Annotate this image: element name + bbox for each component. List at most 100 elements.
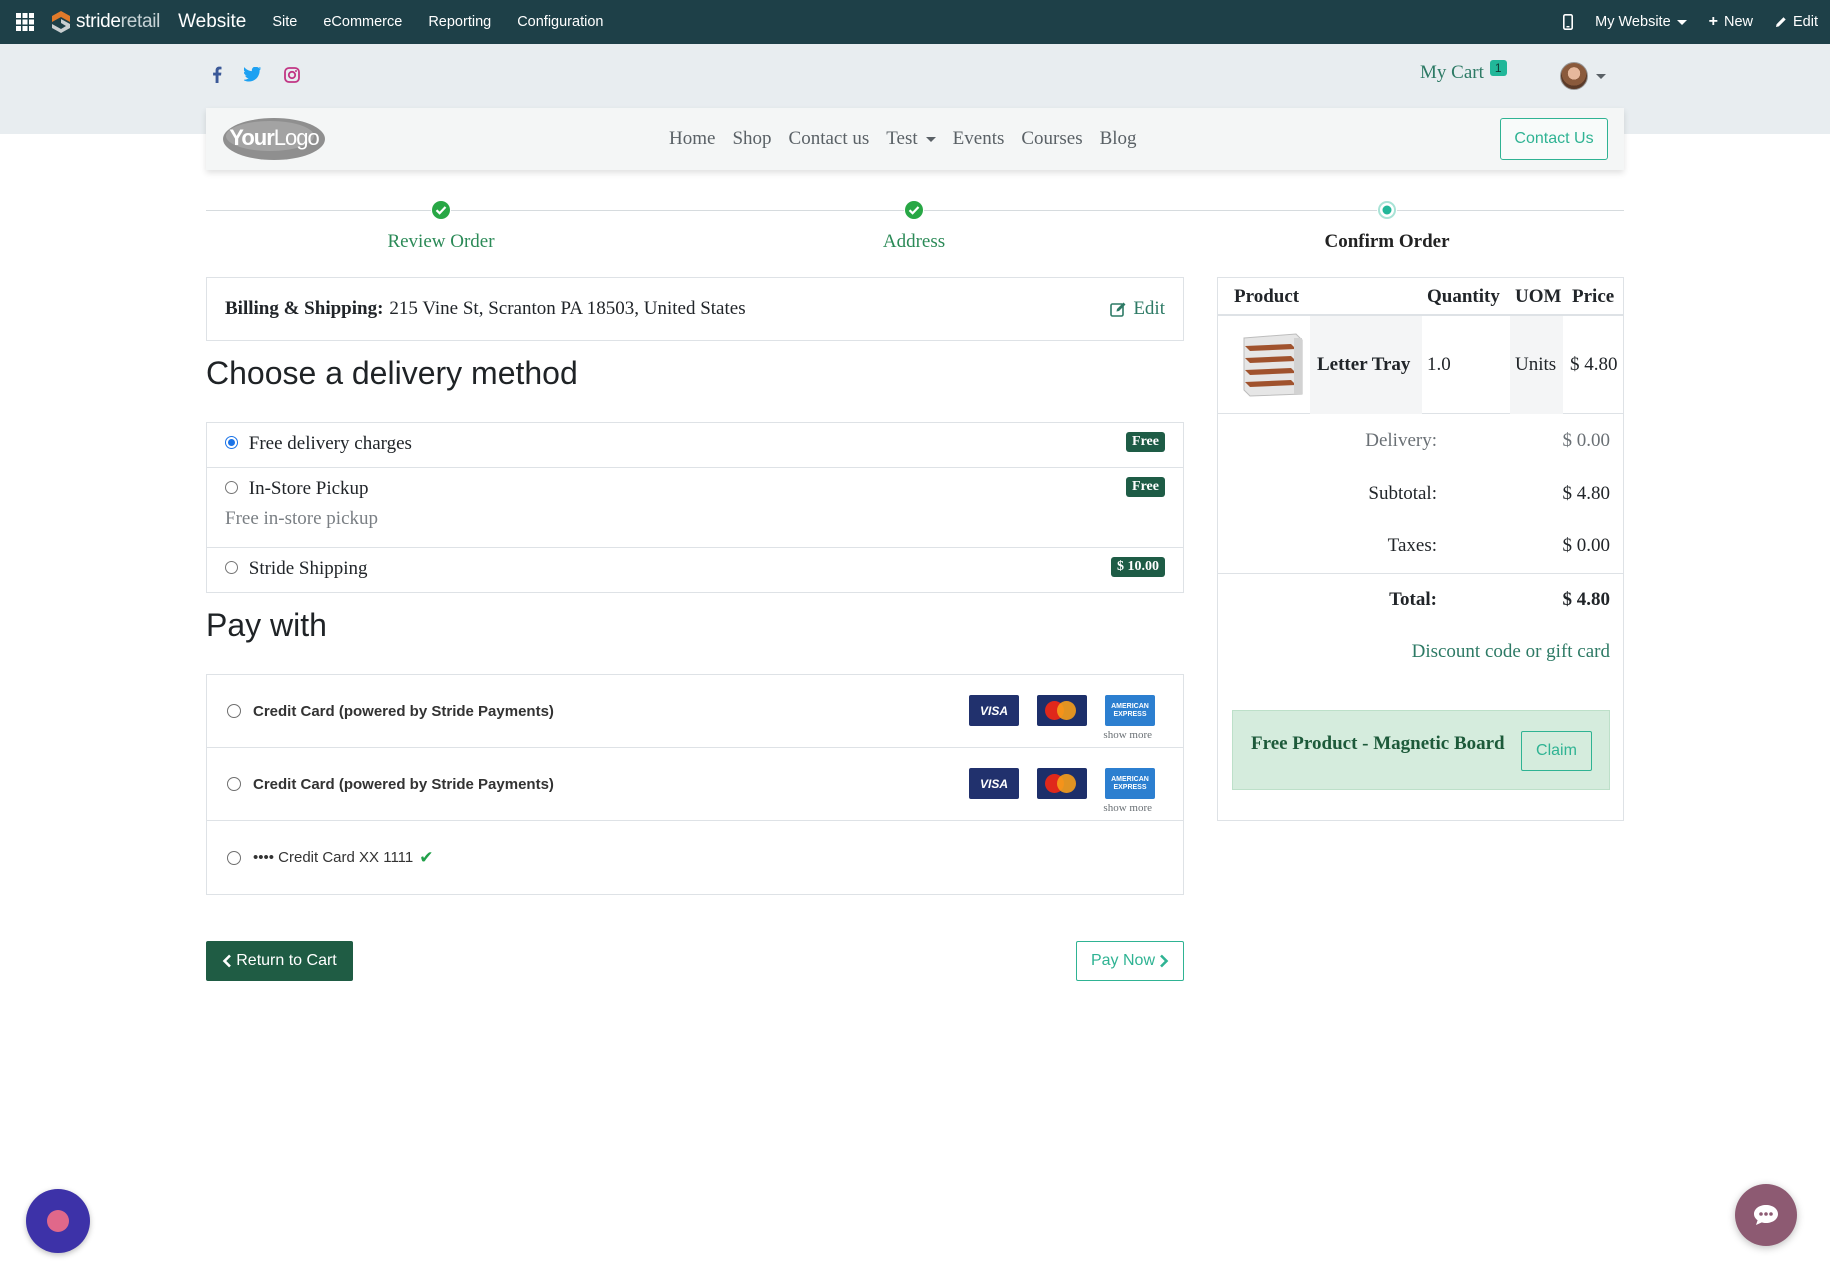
site-navbar: YourLogo Home Shop Contact us Test Event… — [206, 108, 1624, 170]
stride-logo-icon — [52, 11, 70, 33]
cart-count-badge: 1 — [1489, 60, 1507, 76]
delivery-option-label: In-Store Pickup — [248, 478, 369, 499]
nav-blog[interactable]: Blog — [1100, 128, 1137, 150]
twitter-icon[interactable] — [243, 66, 262, 87]
edit-address-link[interactable]: Edit — [1110, 298, 1165, 320]
mastercard-icon — [1037, 768, 1087, 799]
nav-test-dropdown[interactable]: Test — [886, 128, 936, 150]
new-button[interactable]: + New — [1709, 13, 1753, 31]
payment-methods: Credit Card (powered by Stride Payments)… — [206, 674, 1184, 895]
delivery-radio[interactable] — [225, 561, 238, 575]
promo-alert: Free Product - Magnetic Board Claim — [1232, 710, 1610, 790]
delivery-option-free[interactable]: Free delivery charges Free — [207, 423, 1183, 468]
nav-shop[interactable]: Shop — [732, 128, 771, 150]
delivery-option-pickup[interactable]: In-Store Pickup Free Free in-store picku… — [207, 468, 1183, 548]
discount-code-link[interactable]: Discount code or gift card — [1412, 641, 1610, 663]
step-address[interactable]: Address — [764, 200, 1064, 253]
payment-radio[interactable] — [227, 850, 241, 865]
billing-address: 215 Vine St, Scranton PA 18503, United S… — [389, 298, 746, 319]
edit-button[interactable]: Edit — [1775, 14, 1818, 30]
return-to-cart-button[interactable]: Return to Cart — [206, 941, 353, 981]
payment-option-label: Credit Card (powered by Stride Payments) — [253, 702, 554, 720]
user-menu[interactable] — [1560, 62, 1606, 90]
delivery-option-label: Stride Shipping — [248, 558, 368, 579]
delivery-option-stride-shipping[interactable]: Stride Shipping $ 10.00 — [207, 548, 1183, 592]
avatar — [1560, 62, 1588, 90]
contact-us-button[interactable]: Contact Us — [1500, 118, 1608, 160]
social-links — [212, 66, 300, 88]
amex-icon: AMERICAN EXPRESS — [1105, 695, 1155, 726]
nav-contact-us[interactable]: Contact us — [789, 128, 870, 150]
delivery-radio[interactable] — [225, 436, 238, 450]
svg-text:YourLogo: YourLogo — [229, 125, 319, 150]
step-label: Confirm Order — [1324, 231, 1450, 252]
product-image[interactable] — [1236, 332, 1306, 398]
app-name[interactable]: Website — [178, 11, 246, 33]
chat-bubble-icon — [1754, 1205, 1778, 1225]
live-chat-button[interactable] — [1735, 1184, 1797, 1246]
delivery-price-badge: Free — [1126, 477, 1165, 497]
nav-home[interactable]: Home — [669, 128, 715, 150]
chevron-down-icon — [1676, 19, 1687, 25]
step-review-order[interactable]: Review Order — [291, 200, 591, 253]
current-step-icon — [1377, 200, 1397, 220]
product-name[interactable]: Letter Tray — [1317, 354, 1410, 376]
nav-events[interactable]: Events — [953, 128, 1005, 150]
my-cart-label: My Cart — [1420, 62, 1484, 83]
taxes-value: $ 0.00 — [1562, 535, 1611, 556]
visa-icon: VISA — [969, 768, 1019, 799]
brand-logo[interactable]: strideretail — [50, 10, 160, 34]
menu-ecommerce[interactable]: eCommerce — [323, 14, 402, 30]
plus-icon: + — [1708, 13, 1718, 30]
col-price: Price — [1572, 286, 1615, 307]
chevron-down-icon — [1596, 73, 1606, 79]
floating-widget-button[interactable] — [26, 1189, 90, 1253]
product-uom: Units — [1515, 354, 1557, 375]
delivery-option-description: Free in-store pickup — [225, 508, 379, 529]
pay-with-heading: Pay with — [206, 607, 327, 643]
check-circle-icon — [904, 200, 924, 220]
total-value: $ 4.80 — [1562, 589, 1611, 610]
menu-site[interactable]: Site — [272, 14, 297, 30]
my-website-dropdown[interactable]: My Website — [1595, 14, 1687, 30]
claim-button[interactable]: Claim — [1521, 731, 1592, 771]
card-brands: VISA AMERICAN EXPRESS — [969, 768, 1155, 799]
brand-name-strong: stride — [76, 11, 121, 32]
payment-option-saved-card[interactable]: •••• Credit Card XX 1111 ✔ — [207, 821, 1183, 894]
pencil-icon — [1776, 17, 1786, 27]
site-logo[interactable]: YourLogo — [222, 116, 326, 162]
menu-reporting[interactable]: Reporting — [428, 14, 491, 30]
show-more-link[interactable]: show more — [1103, 802, 1152, 814]
saved-card-label: •••• Credit Card XX 1111 — [253, 849, 414, 866]
facebook-icon[interactable] — [212, 66, 222, 88]
nav-courses[interactable]: Courses — [1021, 128, 1082, 150]
payment-option[interactable]: Credit Card (powered by Stride Payments)… — [207, 675, 1183, 748]
instagram-icon[interactable] — [284, 66, 300, 88]
delivery-option-label: Free delivery charges — [248, 433, 412, 454]
payment-radio[interactable] — [227, 704, 241, 718]
taxes-label: Taxes: — [1387, 535, 1437, 556]
mobile-preview-icon[interactable] — [1563, 14, 1574, 30]
step-label: Review Order — [387, 231, 495, 252]
payment-option[interactable]: Credit Card (powered by Stride Payments)… — [207, 748, 1183, 821]
menu-configuration[interactable]: Configuration — [517, 14, 603, 30]
check-circle-icon — [431, 200, 451, 220]
visa-icon: VISA — [969, 695, 1019, 726]
product-price: $ 4.80 — [1570, 354, 1618, 375]
check-icon: ✔ — [419, 847, 434, 867]
my-cart-link[interactable]: My Cart 1 — [1420, 60, 1507, 84]
show-more-link[interactable]: show more — [1103, 729, 1152, 741]
order-summary: Product Quantity UOM Price Letter Tray 1… — [1217, 277, 1624, 821]
total-label: Total: — [1389, 589, 1437, 610]
apps-menu-icon[interactable] — [0, 0, 50, 44]
delivery-total-label: Delivery: — [1365, 430, 1437, 451]
checkout-progress: Review Order Address Confirm Order — [206, 200, 1624, 260]
payment-radio[interactable] — [227, 777, 241, 791]
pay-now-button[interactable]: Pay Now — [1076, 941, 1184, 981]
col-product: Product — [1234, 286, 1300, 307]
edit-icon — [1110, 302, 1126, 317]
caret-down-icon — [925, 137, 936, 143]
my-website-label: My Website — [1595, 14, 1671, 30]
billing-label: Billing & Shipping: — [225, 298, 384, 319]
delivery-radio[interactable] — [225, 481, 238, 495]
